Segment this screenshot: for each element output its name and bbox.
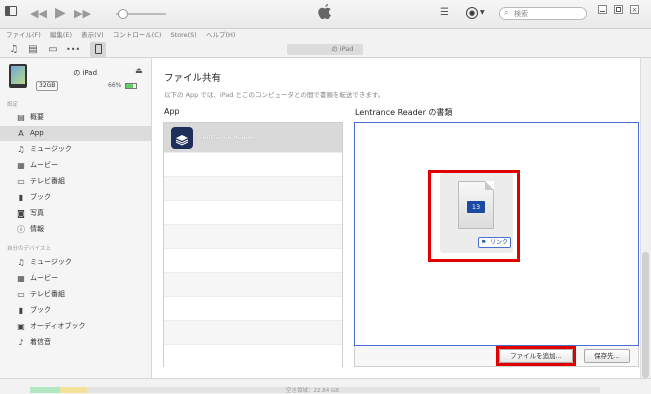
empty-row — [164, 153, 342, 177]
sidebar-item-books[interactable]: ▮ ブック — [0, 190, 151, 205]
minimize-button[interactable] — [598, 5, 607, 14]
menu-help[interactable]: ヘルプ(H) — [206, 31, 235, 39]
film-icon: ▦ — [17, 161, 25, 170]
account-chevron-icon[interactable]: ▼ — [480, 9, 485, 16]
menu-edit[interactable]: 編集(E) — [50, 31, 72, 39]
page-title: ファイル共有 — [164, 73, 222, 84]
scrollbar-thumb[interactable] — [642, 252, 649, 378]
search-field[interactable]: ⌕ 検索 — [499, 7, 587, 20]
menu-store[interactable]: Store(S) — [170, 31, 196, 39]
book-icon: ▮ — [18, 306, 24, 315]
device-header: 自分のデバイス上 — [7, 246, 51, 252]
info-icon: ⓘ — [17, 225, 25, 234]
sidebar-item-tv[interactable]: ▭ テレビ番組 — [0, 174, 151, 189]
lentrance-reader-icon — [171, 127, 193, 149]
empty-row — [164, 297, 342, 321]
menu-view[interactable]: 表示(V) — [81, 31, 104, 39]
sidebar-item-summary[interactable]: ▤ 概要 — [0, 110, 151, 125]
apps-header: App — [164, 107, 180, 116]
device-name: の iPad — [36, 69, 98, 77]
tv-icon: ▭ — [17, 177, 25, 186]
audiobook-icon: ▣ — [17, 322, 25, 331]
sidebar-item-movies[interactable]: ▦ ムービー — [0, 158, 151, 173]
empty-row — [164, 225, 342, 249]
app-list: Lentrance Reader — [163, 122, 343, 369]
volume-knob[interactable] — [118, 9, 128, 19]
tv-icon[interactable]: ▭ — [46, 41, 60, 58]
bell-icon: ♪ — [18, 338, 24, 347]
summary-icon: ▤ — [17, 113, 25, 122]
storage-bar: 空き領域：22.84 GB — [0, 378, 651, 394]
menu-controls[interactable]: コントロール(C) — [113, 31, 162, 39]
film-icon: ▦ — [17, 274, 25, 283]
fast-forward-icon[interactable]: ▶▶ — [74, 8, 91, 20]
film-icon[interactable]: ▤ — [26, 41, 40, 58]
music-icon[interactable]: ♫ — [7, 41, 21, 58]
documents-header: Lentrance Reader の書類 — [355, 108, 453, 117]
sidebar-device-books[interactable]: ▮ ブック — [0, 303, 151, 318]
sidebar: の iPad ⏏ 32GB 66% 設定 ▤ 概要 A App ♫ ミュージック ▦ ム… — [0, 58, 152, 378]
sidebar-device-ringtones[interactable]: ♪ 着信音 — [0, 335, 151, 350]
empty-row — [164, 273, 342, 297]
document-highlight-box — [428, 170, 520, 262]
main-content: ファイル共有 以下の App では、iPad とこのコンピュータとの間で書類を転… — [152, 58, 640, 378]
camera-icon: ◙ — [17, 209, 25, 218]
close-button[interactable]: × — [630, 5, 639, 14]
battery-icon — [125, 83, 137, 89]
tv-icon: ▭ — [17, 290, 25, 299]
play-icon[interactable]: ▶ — [55, 6, 66, 21]
sidebar-item-app[interactable]: A App — [0, 126, 151, 141]
menu-bar: ファイル(F) 編集(E) 表示(V) コントロール(C) Store(S) ヘ… — [0, 29, 651, 41]
app-name: Lentrance Reader — [199, 133, 257, 141]
ipad-thumbnail[interactable] — [9, 64, 27, 88]
apple-logo-icon — [317, 3, 333, 24]
list-icon[interactable]: ☰ — [440, 7, 449, 18]
search-icon: ⌕ — [504, 8, 509, 17]
volume-slider[interactable] — [116, 9, 166, 19]
sidebar-device-movies[interactable]: ▦ ムービー — [0, 271, 151, 286]
sidebar-device-music[interactable]: ♫ ミュージック — [0, 255, 151, 270]
sidebar-item-music[interactable]: ♫ ミュージック — [0, 142, 151, 157]
empty-row — [164, 321, 342, 345]
sidebar-device-tv[interactable]: ▭ テレビ番組 — [0, 287, 151, 302]
toolbar: ♫ ▤ ▭ ••• の iPad — [0, 41, 651, 58]
more-icon[interactable]: ••• — [66, 41, 80, 58]
capacity-badge: 32GB — [36, 81, 59, 91]
account-icon[interactable]: ● — [466, 7, 478, 19]
window-menu-icon[interactable] — [5, 6, 17, 16]
title-bar: ◀◀ ▶ ▶▶ ☰ ● ▼ ⌕ 検索 × — [0, 0, 651, 29]
empty-row — [164, 249, 342, 273]
empty-row — [164, 345, 342, 369]
sidebar-device-audiobooks[interactable]: ▣ オーディオブック — [0, 319, 151, 334]
sidebar-item-info[interactable]: ⓘ 情報 — [0, 222, 151, 237]
search-placeholder: 検索 — [514, 10, 528, 18]
storage-segment-apps — [30, 387, 60, 393]
ipad-icon[interactable] — [90, 42, 106, 57]
save-to-button[interactable]: 保存先... — [584, 349, 630, 363]
settings-header: 設定 — [7, 102, 19, 108]
storage-text: 空き領域：22.84 GB — [286, 388, 340, 394]
empty-row — [164, 201, 342, 225]
rewind-icon[interactable]: ◀◀ — [30, 8, 47, 20]
menu-file[interactable]: ファイル(F) — [6, 31, 41, 39]
music-icon: ♫ — [17, 145, 25, 154]
book-icon: ▮ — [18, 193, 24, 202]
app-row-lentrance[interactable]: Lentrance Reader — [164, 123, 342, 153]
battery-percent: 66% — [108, 82, 122, 89]
device-name-pill[interactable]: の iPad — [287, 44, 363, 55]
music-icon: ♫ — [17, 258, 25, 267]
sidebar-item-photos[interactable]: ◙ 写真 — [0, 206, 151, 221]
empty-row — [164, 177, 342, 201]
app-icon: A — [18, 129, 24, 138]
page-subtitle: 以下の App では、iPad とこのコンピュータとの間で書類を転送できます。 — [164, 91, 385, 99]
eject-icon[interactable]: ⏏ — [135, 66, 143, 75]
add-file-highlight-box — [496, 346, 576, 366]
maximize-button[interactable] — [614, 5, 623, 14]
storage-segment-other — [60, 387, 87, 393]
